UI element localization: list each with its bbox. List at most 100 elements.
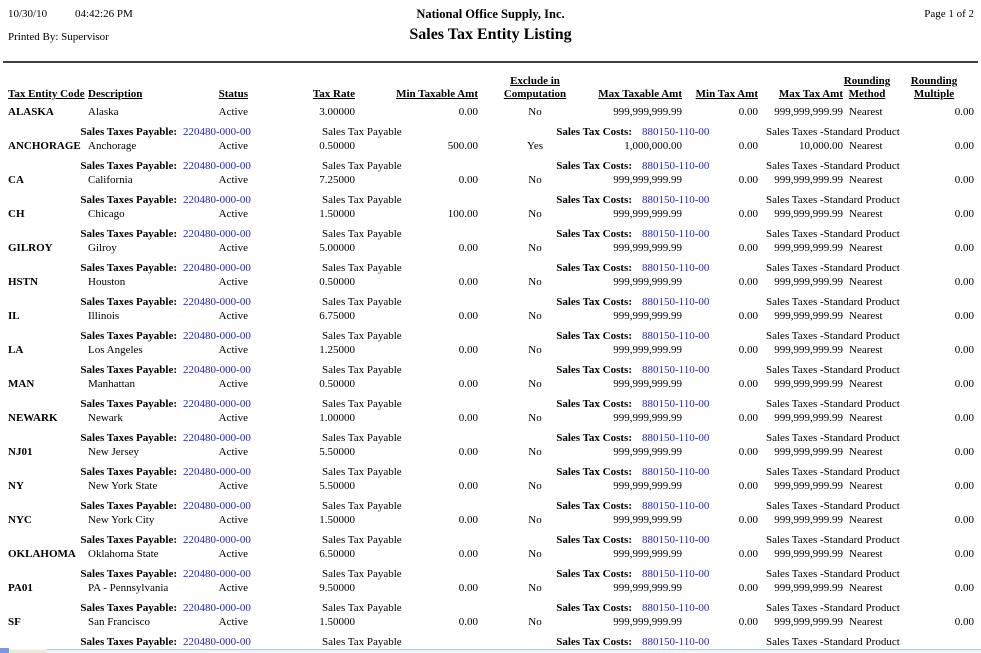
entity-code: MAN <box>8 378 86 392</box>
entity-code: ALASKA <box>8 106 86 120</box>
entity-code: OKLAHOMA <box>8 548 86 562</box>
column-header-rounding_method: RoundingMethod <box>840 75 894 101</box>
payable-account-description: Sales Tax Payable <box>322 602 482 616</box>
table-row: HSTNHoustonActive0.500000.00No999,999,99… <box>0 276 981 290</box>
payable-account-link[interactable]: 220480-000-00 <box>183 466 278 480</box>
payable-account-link[interactable]: 220480-000-00 <box>183 398 278 412</box>
rounding-multiple: 0.00 <box>905 208 974 222</box>
horizontal-scrollbar[interactable] <box>0 648 981 653</box>
payable-account-link[interactable]: 220480-000-00 <box>183 364 278 378</box>
entity-status: Active <box>175 140 248 154</box>
tax-entity-group: MANManhattanActive0.500000.00No999,999,9… <box>0 378 981 412</box>
payable-account-link[interactable]: 220480-000-00 <box>183 194 278 208</box>
tax-entity-group: ILIllinoisActive6.750000.00No999,999,999… <box>0 310 981 344</box>
entity-status: Active <box>175 480 248 494</box>
costs-account-link[interactable]: 880150-110-00 <box>642 228 737 242</box>
costs-account-link[interactable]: 880150-110-00 <box>642 398 737 412</box>
sales-tax-costs-label: Sales Tax Costs: <box>545 296 632 310</box>
costs-account-link[interactable]: 880150-110-00 <box>642 432 737 446</box>
entity-code: IL <box>8 310 86 324</box>
min-taxable-amt: 0.00 <box>390 480 478 494</box>
table-row-accounts: Sales Taxes Payable:220480-000-00Sales T… <box>0 228 981 242</box>
table-row: CACaliforniaActive7.250000.00No999,999,9… <box>0 174 981 188</box>
costs-account-link[interactable]: 880150-110-00 <box>642 568 737 582</box>
column-header-min_tax_amt: Min Tax Amt <box>695 88 758 101</box>
costs-account-link[interactable]: 880150-110-00 <box>642 296 737 310</box>
min-tax-amt: 0.00 <box>695 208 758 222</box>
tax-rate: 9.50000 <box>275 582 355 596</box>
entity-status: Active <box>175 412 248 426</box>
costs-account-link[interactable]: 880150-110-00 <box>642 466 737 480</box>
costs-account-link[interactable]: 880150-110-00 <box>642 160 737 174</box>
column-header-text: Tax Rate <box>275 88 355 101</box>
costs-account-link[interactable]: 880150-110-00 <box>642 330 737 344</box>
sales-tax-costs-label: Sales Tax Costs: <box>545 364 632 378</box>
payable-account-link[interactable]: 220480-000-00 <box>183 330 278 344</box>
column-header-text: Exclude in <box>497 75 573 88</box>
rounding-multiple: 0.00 <box>905 106 974 120</box>
sales-tax-costs-label: Sales Tax Costs: <box>545 330 632 344</box>
payable-account-link[interactable]: 220480-000-00 <box>183 534 278 548</box>
costs-account-link[interactable]: 880150-110-00 <box>642 126 737 140</box>
payable-account-link[interactable]: 220480-000-00 <box>183 432 278 446</box>
sales-tax-costs-label: Sales Tax Costs: <box>545 126 632 140</box>
min-tax-amt: 0.00 <box>695 310 758 324</box>
rounding-multiple: 0.00 <box>905 446 974 460</box>
payable-account-link[interactable]: 220480-000-00 <box>183 568 278 582</box>
costs-account-link[interactable]: 880150-110-00 <box>642 364 737 378</box>
costs-account-description: Sales Taxes -Standard Product <box>766 330 941 344</box>
company-name: National Office Supply, Inc. <box>0 7 981 22</box>
exclude-in-computation: No <box>497 514 573 528</box>
min-taxable-amt: 0.00 <box>390 106 478 120</box>
exclude-in-computation: Yes <box>497 140 573 154</box>
table-row-accounts: Sales Taxes Payable:220480-000-00Sales T… <box>0 296 981 310</box>
rounding-multiple: 0.00 <box>905 378 974 392</box>
min-tax-amt: 0.00 <box>695 582 758 596</box>
tax-rate: 5.50000 <box>275 480 355 494</box>
max-taxable-amt: 999,999,999.99 <box>578 548 682 562</box>
max-tax-amt: 999,999,999.99 <box>768 106 843 120</box>
costs-account-link[interactable]: 880150-110-00 <box>642 262 737 276</box>
entity-code: LA <box>8 344 86 358</box>
rounding-multiple: 0.00 <box>905 514 974 528</box>
min-taxable-amt: 0.00 <box>390 174 478 188</box>
payable-account-link[interactable]: 220480-000-00 <box>183 160 278 174</box>
payable-account-link[interactable]: 220480-000-00 <box>183 126 278 140</box>
tax-rate: 0.50000 <box>275 276 355 290</box>
payable-account-link[interactable]: 220480-000-00 <box>183 228 278 242</box>
scrollbar-track[interactable] <box>47 649 981 653</box>
entity-code: GILROY <box>8 242 86 256</box>
costs-account-link[interactable]: 880150-110-00 <box>642 194 737 208</box>
costs-account-link[interactable]: 880150-110-00 <box>642 602 737 616</box>
payable-account-description: Sales Tax Payable <box>322 228 482 242</box>
costs-account-link[interactable]: 880150-110-00 <box>642 500 737 514</box>
max-tax-amt: 999,999,999.99 <box>768 514 843 528</box>
sales-taxes-payable-label: Sales Taxes Payable: <box>55 534 177 548</box>
costs-account-description: Sales Taxes -Standard Product <box>766 568 941 582</box>
costs-account-link[interactable]: 880150-110-00 <box>642 534 737 548</box>
min-taxable-amt: 0.00 <box>390 514 478 528</box>
column-header-text: Computation <box>497 88 573 101</box>
table-row: NEWARKNewarkActive1.000000.00No999,999,9… <box>0 412 981 426</box>
column-header-text: Multiple <box>901 88 967 101</box>
max-taxable-amt: 1,000,000.00 <box>578 140 682 154</box>
payable-account-link[interactable]: 220480-000-00 <box>183 262 278 276</box>
costs-account-description: Sales Taxes -Standard Product <box>766 602 941 616</box>
scrollbar-left-button[interactable] <box>9 649 47 653</box>
min-tax-amt: 0.00 <box>695 616 758 630</box>
payable-account-link[interactable]: 220480-000-00 <box>183 296 278 310</box>
payable-account-link[interactable]: 220480-000-00 <box>183 602 278 616</box>
tax-rate: 3.00000 <box>275 106 355 120</box>
sales-tax-costs-label: Sales Tax Costs: <box>545 398 632 412</box>
entity-status: Active <box>175 106 248 120</box>
payable-account-link[interactable]: 220480-000-00 <box>183 500 278 514</box>
costs-account-description: Sales Taxes -Standard Product <box>766 262 941 276</box>
exclude-in-computation: No <box>497 548 573 562</box>
rounding-multiple: 0.00 <box>905 480 974 494</box>
sales-taxes-payable-label: Sales Taxes Payable: <box>55 194 177 208</box>
max-taxable-amt: 999,999,999.99 <box>578 582 682 596</box>
table-row: OKLAHOMAOklahoma StateActive6.500000.00N… <box>0 548 981 562</box>
window-corner <box>0 648 9 653</box>
max-tax-amt: 999,999,999.99 <box>768 242 843 256</box>
costs-account-description: Sales Taxes -Standard Product <box>766 534 941 548</box>
